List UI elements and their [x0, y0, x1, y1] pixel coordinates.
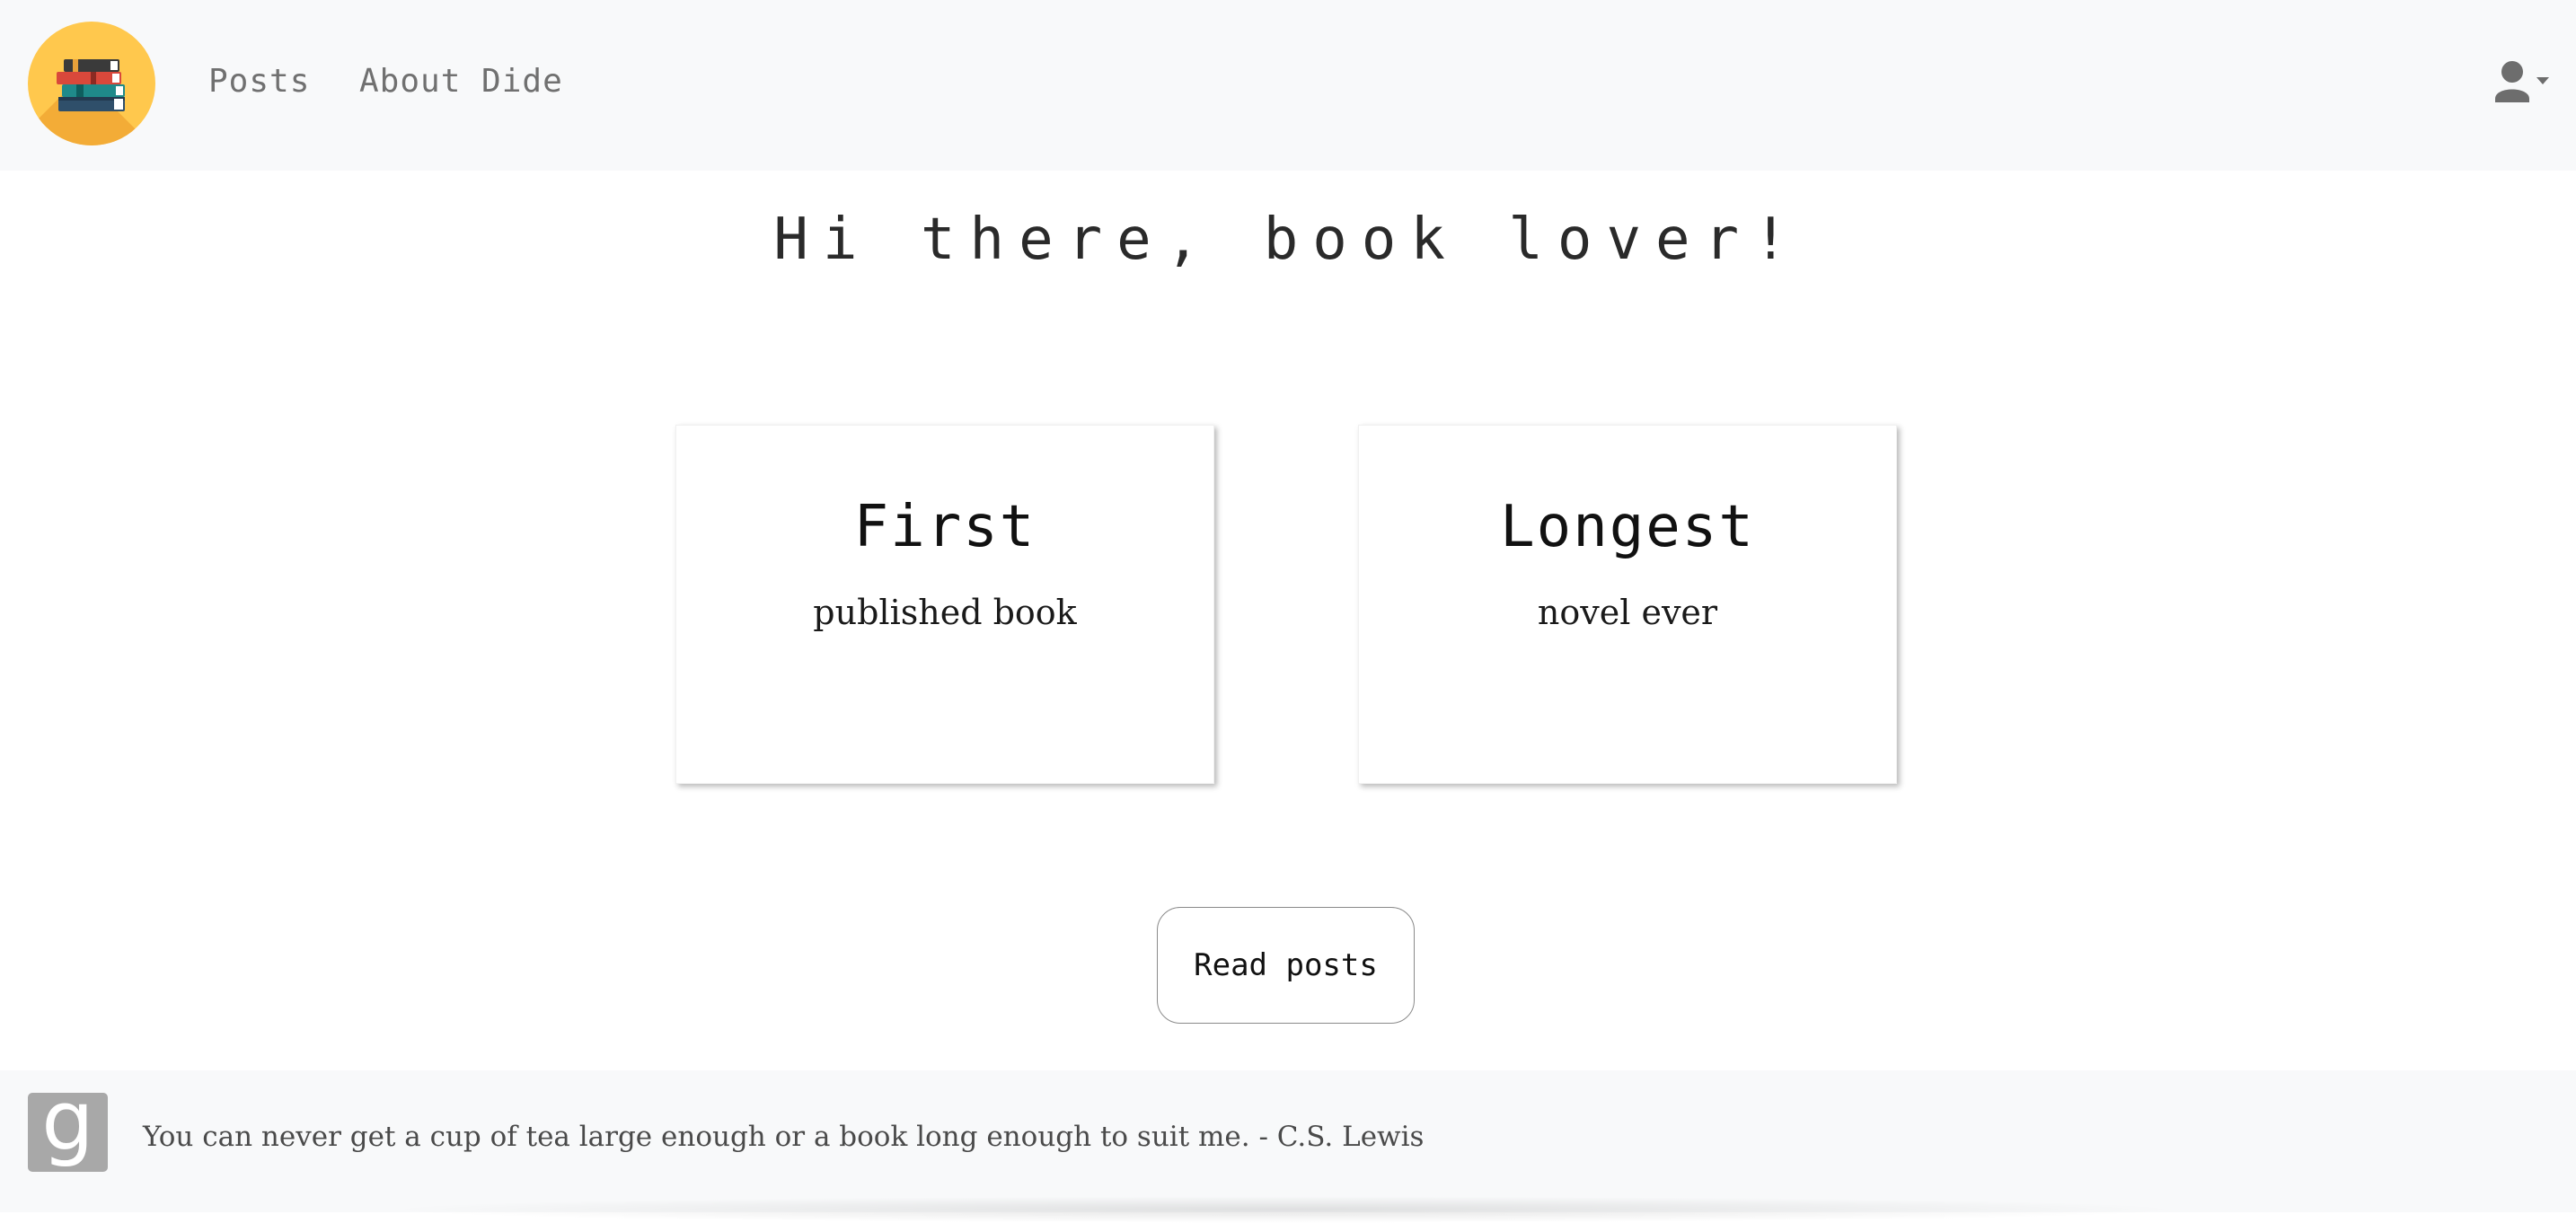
footer-quote: You can never get a cup of tea large eno… — [143, 1121, 1425, 1153]
fact-card-first[interactable]: First published book — [675, 425, 1214, 784]
page-title: Hi there, book lover! — [773, 207, 1803, 273]
goodreads-letter: g — [41, 1073, 94, 1169]
footer: g You can never get a cup of tea large e… — [0, 1070, 2576, 1223]
goodreads-icon[interactable]: g — [28, 1080, 108, 1172]
card-title: First — [853, 494, 1037, 560]
user-icon — [2495, 61, 2549, 102]
books-logo-icon[interactable] — [28, 22, 155, 145]
caret-down-icon — [2536, 77, 2549, 84]
nav-link-about[interactable]: About Dide — [359, 63, 563, 100]
card-title: Longest — [1500, 494, 1755, 560]
read-posts-button[interactable]: Read posts — [1157, 907, 1415, 1024]
user-menu-toggle[interactable] — [2490, 57, 2553, 111]
nav-link-posts[interactable]: Posts — [208, 63, 310, 100]
book-stack-graphic — [57, 59, 125, 111]
top-navbar: Posts About Dide — [0, 0, 2576, 171]
card-subtitle: published book — [813, 593, 1077, 632]
card-subtitle: novel ever — [1537, 593, 1718, 632]
fact-card-longest[interactable]: Longest novel ever — [1358, 425, 1897, 784]
footer-shadow — [377, 1196, 2192, 1223]
